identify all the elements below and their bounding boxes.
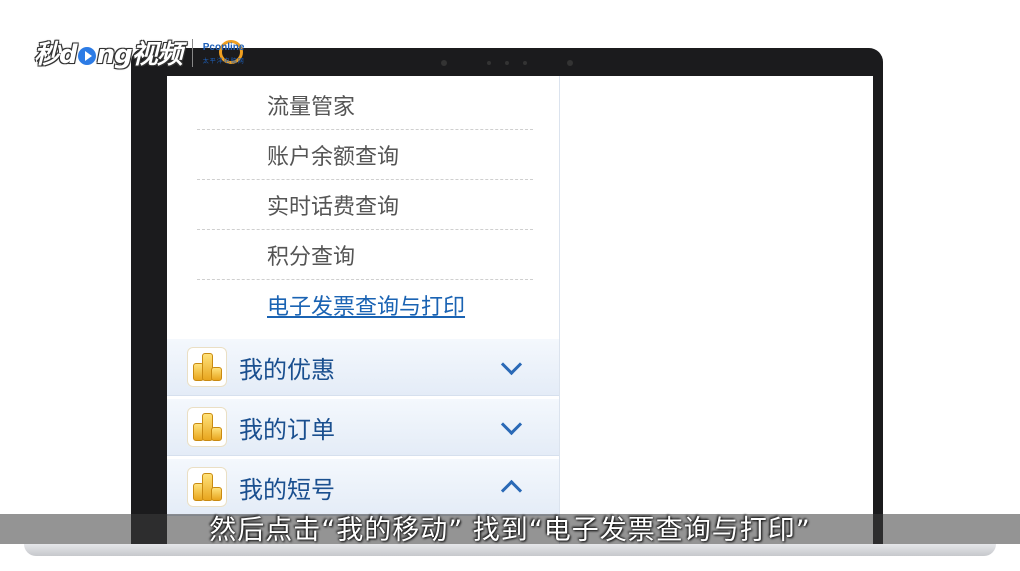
menu-item-traffic-manager[interactable]: 流量管家 — [197, 80, 533, 130]
pconline-cn-text: 太平洋电脑网 — [202, 57, 245, 65]
watermark-brand: 秒d ng视频 — [34, 34, 183, 71]
coins-icon — [187, 407, 227, 447]
category-my-offers[interactable]: 我的优惠 — [167, 338, 559, 396]
category-label: 我的短号 — [239, 475, 335, 504]
laptop-frame: 流量管家 账户余额查询 实时话费查询 积分查询 电子发票查询与打印 我的优惠 我… — [131, 48, 883, 548]
video-subtitle: 然后点击“我的移动” 找到“电子发票查询与打印” — [209, 515, 811, 546]
camera-dot-icon — [441, 60, 447, 66]
sub-menu-list: 流量管家 账户余额查询 实时话费查询 积分查询 电子发票查询与打印 — [197, 80, 533, 330]
category-label: 我的订单 — [239, 415, 335, 444]
sensor-dot-icon — [487, 61, 491, 65]
laptop-screen: 流量管家 账户余额查询 实时话费查询 积分查询 电子发票查询与打印 我的优惠 我… — [167, 76, 873, 544]
menu-item-points-query[interactable]: 积分查询 — [197, 230, 533, 280]
sensor-dot-icon — [505, 61, 509, 65]
pconline-logo: Pconline 太平洋电脑网 — [203, 38, 269, 68]
watermark-divider — [191, 38, 193, 67]
category-my-orders[interactable]: 我的订单 — [167, 398, 559, 456]
watermark-brand-pre: 秒d — [34, 40, 78, 70]
chevron-down-icon[interactable] — [500, 353, 523, 375]
sensor-dot-icon — [523, 61, 527, 65]
camera-dot-icon — [567, 60, 573, 66]
menu-item-balance-query[interactable]: 账户余额查询 — [197, 130, 533, 180]
chevron-down-icon[interactable] — [500, 413, 523, 435]
pconline-text: Pconline — [202, 41, 245, 53]
chevron-up-icon[interactable] — [500, 479, 523, 501]
menu-item-e-invoice-link[interactable]: 电子发票查询与打印 — [197, 280, 533, 330]
side-menu: 流量管家 账户余额查询 实时话费查询 积分查询 电子发票查询与打印 我的优惠 我… — [167, 76, 560, 544]
watermark: 秒d ng视频 Pconline 太平洋电脑网 — [34, 34, 269, 71]
menu-item-realtime-fee-query[interactable]: 实时话费查询 — [197, 180, 533, 230]
coins-icon — [187, 467, 227, 507]
category-label: 我的优惠 — [239, 355, 335, 384]
watermark-brand-post: ng视频 — [96, 40, 183, 70]
play-icon — [77, 46, 96, 65]
coins-icon — [187, 347, 227, 387]
